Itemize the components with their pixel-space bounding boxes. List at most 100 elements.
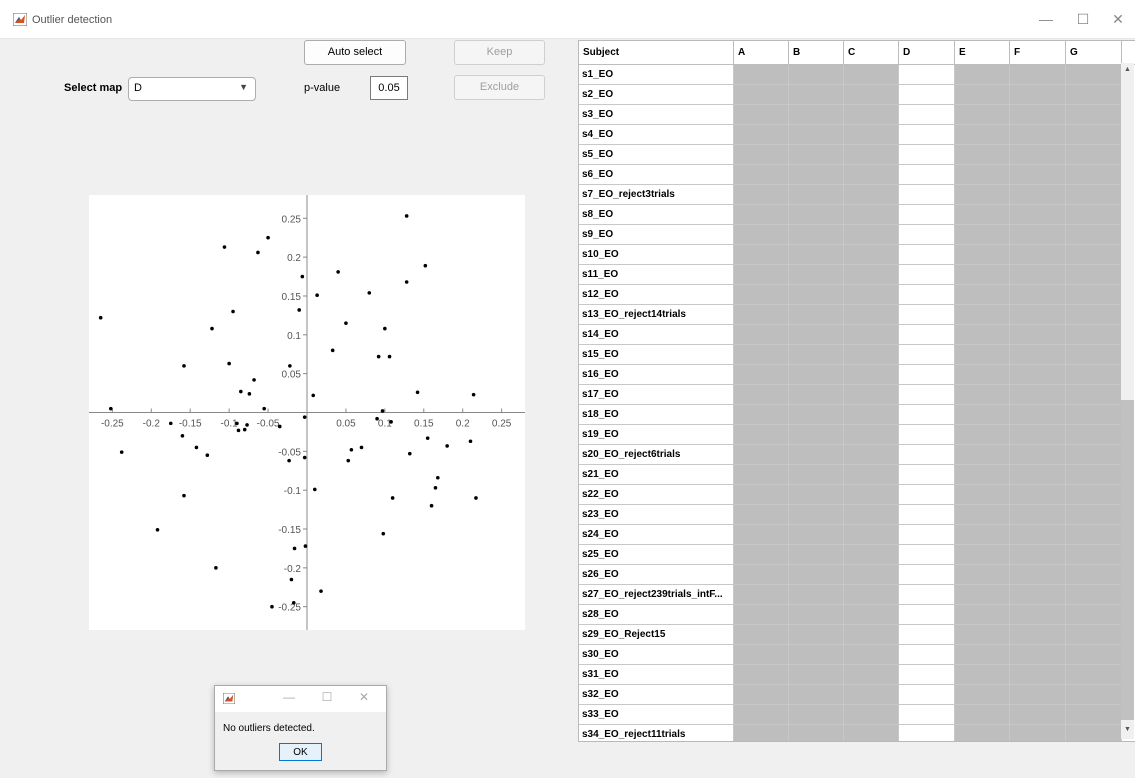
map-cell-b[interactable] (789, 385, 844, 405)
map-cell-c[interactable] (844, 145, 899, 165)
map-cell-e[interactable] (955, 225, 1010, 245)
map-cell-c[interactable] (844, 585, 899, 605)
map-cell-d[interactable] (899, 305, 955, 325)
map-cell-g[interactable] (1066, 205, 1122, 225)
map-cell-a[interactable] (734, 145, 789, 165)
map-cell-a[interactable] (734, 165, 789, 185)
map-cell-a[interactable] (734, 725, 789, 741)
map-cell-c[interactable] (844, 565, 899, 585)
map-cell-a[interactable] (734, 105, 789, 125)
subject-cell[interactable]: s24_EO (579, 525, 734, 545)
map-cell-d[interactable] (899, 505, 955, 525)
map-cell-b[interactable] (789, 225, 844, 245)
subject-cell[interactable]: s2_EO (579, 85, 734, 105)
map-cell-d[interactable] (899, 605, 955, 625)
close-window-button[interactable]: ✕ (1108, 10, 1128, 28)
map-cell-a[interactable] (734, 205, 789, 225)
map-cell-b[interactable] (789, 645, 844, 665)
table-row[interactable]: s1_EO (579, 65, 1135, 85)
subject-cell[interactable]: s16_EO (579, 365, 734, 385)
table-row[interactable]: s21_EO (579, 465, 1135, 485)
subject-cell[interactable]: s14_EO (579, 325, 734, 345)
map-cell-a[interactable] (734, 685, 789, 705)
map-cell-b[interactable] (789, 605, 844, 625)
table-row[interactable]: s18_EO (579, 405, 1135, 425)
map-cell-b[interactable] (789, 165, 844, 185)
map-cell-b[interactable] (789, 265, 844, 285)
map-cell-c[interactable] (844, 85, 899, 105)
subject-cell[interactable]: s19_EO (579, 425, 734, 445)
select-map-dropdown[interactable]: D ▼ (128, 77, 256, 101)
subject-cell[interactable]: s3_EO (579, 105, 734, 125)
table-row[interactable]: s31_EO (579, 665, 1135, 685)
map-cell-f[interactable] (1010, 365, 1066, 385)
map-cell-c[interactable] (844, 425, 899, 445)
map-cell-c[interactable] (844, 485, 899, 505)
map-cell-e[interactable] (955, 205, 1010, 225)
map-cell-a[interactable] (734, 385, 789, 405)
map-cell-g[interactable] (1066, 165, 1122, 185)
subject-cell[interactable]: s34_EO_reject11trials (579, 725, 734, 741)
map-cell-f[interactable] (1010, 465, 1066, 485)
subject-cell[interactable]: s27_EO_reject239trials_intF... (579, 585, 734, 605)
map-cell-a[interactable] (734, 545, 789, 565)
map-cell-c[interactable] (844, 465, 899, 485)
map-cell-e[interactable] (955, 185, 1010, 205)
map-cell-g[interactable] (1066, 85, 1122, 105)
map-cell-c[interactable] (844, 265, 899, 285)
map-cell-g[interactable] (1066, 725, 1122, 741)
subject-cell[interactable]: s18_EO (579, 405, 734, 425)
subject-cell[interactable]: s20_EO_reject6trials (579, 445, 734, 465)
table-row[interactable]: s22_EO (579, 485, 1135, 505)
map-cell-b[interactable] (789, 245, 844, 265)
map-cell-b[interactable] (789, 125, 844, 145)
map-cell-g[interactable] (1066, 605, 1122, 625)
subject-cell[interactable]: s7_EO_reject3trials (579, 185, 734, 205)
table-row[interactable]: s6_EO (579, 165, 1135, 185)
map-cell-f[interactable] (1010, 285, 1066, 305)
map-cell-d[interactable] (899, 285, 955, 305)
map-cell-d[interactable] (899, 205, 955, 225)
keep-button[interactable]: Keep (454, 40, 545, 65)
map-cell-f[interactable] (1010, 585, 1066, 605)
map-cell-d[interactable] (899, 65, 955, 85)
dialog-ok-button[interactable]: OK (279, 743, 322, 761)
map-cell-e[interactable] (955, 265, 1010, 285)
map-cell-e[interactable] (955, 585, 1010, 605)
map-cell-a[interactable] (734, 325, 789, 345)
map-cell-a[interactable] (734, 625, 789, 645)
minimize-button[interactable]: — (1036, 10, 1056, 28)
map-cell-e[interactable] (955, 105, 1010, 125)
map-cell-e[interactable] (955, 605, 1010, 625)
map-cell-e[interactable] (955, 565, 1010, 585)
table-row[interactable]: s4_EO (579, 125, 1135, 145)
map-cell-d[interactable] (899, 705, 955, 725)
map-cell-e[interactable] (955, 665, 1010, 685)
table-row[interactable]: s34_EO_reject11trials (579, 725, 1135, 741)
map-cell-g[interactable] (1066, 245, 1122, 265)
map-cell-b[interactable] (789, 325, 844, 345)
map-cell-b[interactable] (789, 285, 844, 305)
map-cell-b[interactable] (789, 305, 844, 325)
map-cell-g[interactable] (1066, 385, 1122, 405)
map-cell-a[interactable] (734, 525, 789, 545)
table-row[interactable]: s3_EO (579, 105, 1135, 125)
map-cell-g[interactable] (1066, 445, 1122, 465)
map-cell-a[interactable] (734, 425, 789, 445)
map-cell-g[interactable] (1066, 285, 1122, 305)
map-cell-g[interactable] (1066, 545, 1122, 565)
map-cell-f[interactable] (1010, 445, 1066, 465)
map-cell-f[interactable] (1010, 485, 1066, 505)
map-cell-c[interactable] (844, 445, 899, 465)
map-cell-a[interactable] (734, 185, 789, 205)
map-cell-g[interactable] (1066, 185, 1122, 205)
map-cell-b[interactable] (789, 685, 844, 705)
table-row[interactable]: s5_EO (579, 145, 1135, 165)
map-cell-f[interactable] (1010, 685, 1066, 705)
map-cell-c[interactable] (844, 385, 899, 405)
subject-cell[interactable]: s33_EO (579, 705, 734, 725)
map-cell-f[interactable] (1010, 125, 1066, 145)
map-cell-c[interactable] (844, 725, 899, 741)
map-cell-g[interactable] (1066, 405, 1122, 425)
map-cell-c[interactable] (844, 685, 899, 705)
